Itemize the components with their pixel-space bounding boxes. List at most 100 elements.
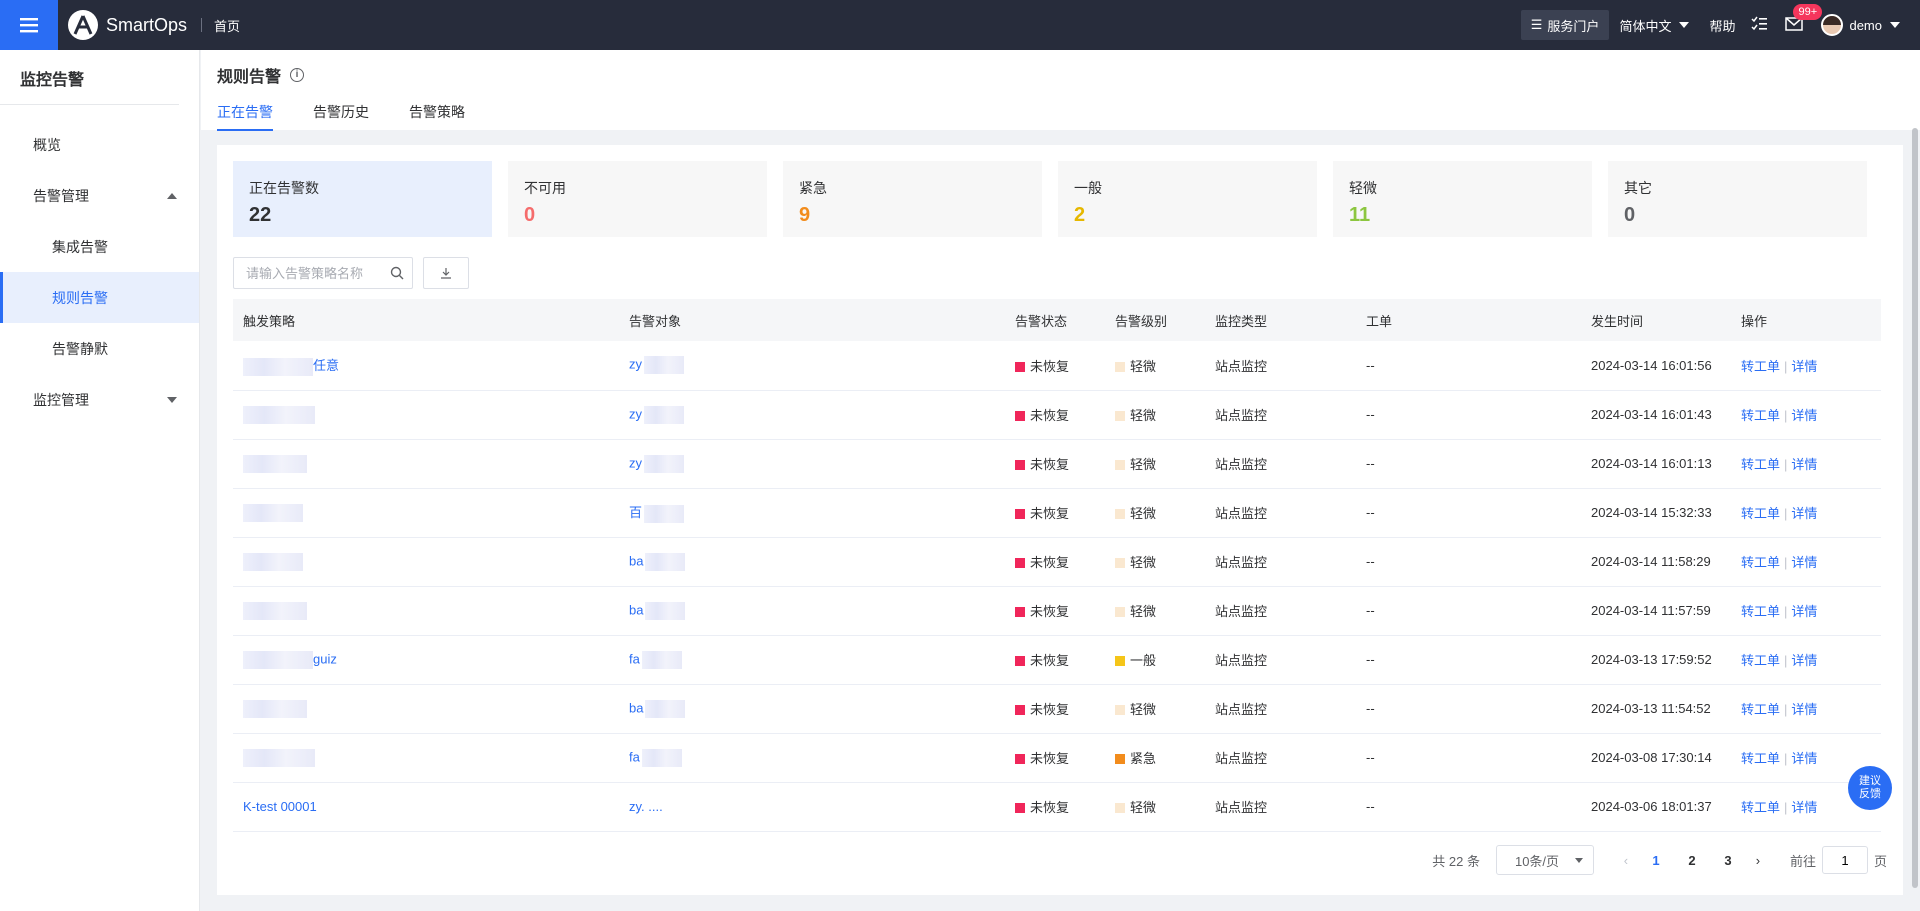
next-page-icon[interactable]: › [1746, 853, 1770, 868]
cell-ticket: -- [1366, 750, 1375, 765]
status-text: 未恢复 [1030, 653, 1070, 668]
task-list-icon[interactable] [1751, 16, 1768, 35]
feedback-button[interactable]: 建议 反馈 [1848, 766, 1892, 810]
level-text: 轻微 [1130, 358, 1157, 374]
sidebar-item-alarm-silence[interactable]: 告警静默 [0, 323, 199, 374]
detail-link[interactable]: 详情 [1791, 506, 1817, 521]
info-icon[interactable]: i [290, 68, 305, 82]
detail-link[interactable]: 详情 [1791, 359, 1817, 374]
detail-link[interactable]: 详情 [1791, 751, 1817, 766]
to-ticket-link[interactable]: 转工单 [1741, 800, 1780, 815]
to-ticket-link[interactable]: 转工单 [1741, 604, 1780, 619]
target-link[interactable]: ba [629, 700, 643, 715]
language-selector[interactable]: 简体中文 [1619, 16, 1690, 35]
prev-page-icon[interactable]: ‹ [1614, 853, 1638, 868]
target-link[interactable]: fa [629, 651, 640, 666]
sidebar-item-label: 告警静默 [52, 340, 108, 357]
status-dot [1015, 460, 1025, 470]
status-text: 未恢复 [1030, 800, 1070, 815]
cell-monitor-type: 站点监控 [1215, 457, 1268, 472]
page-size-select[interactable]: 10条/页 [1495, 845, 1594, 875]
stat-card[interactable]: 紧急 9 [783, 161, 1042, 237]
target-link[interactable]: zy. .... [629, 799, 663, 814]
app-logo[interactable]: SmartOps [68, 10, 187, 40]
download-button[interactable] [423, 257, 469, 289]
detail-link[interactable]: 详情 [1791, 555, 1817, 570]
target-link[interactable]: zy [629, 406, 642, 421]
cell-time: 2024-03-14 16:01:43 [1591, 407, 1712, 422]
status-dot [1015, 656, 1025, 666]
target-link[interactable]: fa [629, 749, 640, 764]
cell-policy [233, 684, 619, 733]
cell-target: ba [619, 684, 1005, 733]
stat-card[interactable]: 正在告警数 22 [233, 161, 492, 237]
status-text: 未恢复 [1030, 358, 1070, 374]
avatar [1821, 14, 1844, 36]
cell-target: zy. .... [619, 782, 1005, 831]
tab-alarm-history[interactable]: 告警历史 [313, 102, 369, 131]
breadcrumb-home[interactable]: 首页 [214, 16, 240, 35]
search-icon[interactable] [390, 266, 404, 280]
redacted-block [644, 454, 684, 473]
detail-link[interactable]: 详情 [1791, 604, 1817, 619]
detail-link[interactable]: 详情 [1791, 800, 1817, 815]
tab-alarm-policy[interactable]: 告警策略 [409, 102, 465, 131]
stat-card[interactable]: 一般 2 [1058, 161, 1317, 237]
to-ticket-link[interactable]: 转工单 [1741, 506, 1780, 521]
to-ticket-link[interactable]: 转工单 [1741, 702, 1780, 717]
col-header-status: 告警状态 [1015, 313, 1068, 329]
chevron-down-icon [1574, 857, 1583, 863]
search-input[interactable] [246, 265, 390, 281]
policy-link[interactable]: K-test 00001 [243, 799, 317, 814]
detail-link[interactable]: 详情 [1791, 653, 1817, 668]
stat-value: 11 [1349, 204, 1371, 226]
detail-link[interactable]: 详情 [1791, 408, 1817, 423]
target-link[interactable]: ba [629, 602, 643, 617]
policy-link[interactable]: 任意 [313, 358, 339, 373]
policy-link[interactable]: guiz [313, 651, 337, 666]
detail-link[interactable]: 详情 [1791, 457, 1817, 472]
divider [201, 18, 203, 32]
sidebar-item-rule-alarms[interactable]: 规则告警 [0, 272, 199, 323]
target-link[interactable]: 百 [629, 505, 642, 520]
stat-card[interactable]: 不可用 0 [508, 161, 767, 237]
to-ticket-link[interactable]: 转工单 [1741, 653, 1780, 668]
download-icon [441, 268, 451, 279]
stat-card[interactable]: 轻微 11 [1333, 161, 1592, 237]
target-link[interactable]: ba [629, 553, 643, 568]
stat-card[interactable]: 其它 0 [1608, 161, 1867, 237]
tab-active-alarms[interactable]: 正在告警 [217, 102, 273, 131]
sidebar-item-overview[interactable]: 概览 [0, 119, 199, 170]
mail-button[interactable]: 99+ [1785, 3, 1823, 34]
to-ticket-link[interactable]: 转工单 [1741, 555, 1780, 570]
table-row: ba 未恢复 轻微 站点监控 -- 2024-03-13 11:54:52 转工… [233, 684, 1881, 733]
sidebar-item-integrated-alarms[interactable]: 集成告警 [0, 221, 199, 272]
target-link[interactable]: zy [629, 357, 642, 372]
to-ticket-link[interactable]: 转工单 [1741, 359, 1780, 374]
list-icon: ☰ [1530, 17, 1543, 32]
to-ticket-link[interactable]: 转工单 [1741, 408, 1780, 423]
to-ticket-link[interactable]: 转工单 [1741, 457, 1780, 472]
table-header-row: 触发策略 告警对象 告警状态 告警级别 监控类型 工单 发生时间 操作 [233, 299, 1881, 341]
page-scrollbar[interactable] [1912, 128, 1918, 888]
help-link[interactable]: 帮助 [1709, 16, 1735, 35]
divider: | [1784, 604, 1788, 619]
to-ticket-link[interactable]: 转工单 [1741, 751, 1780, 766]
goto-page-input[interactable] [1821, 846, 1868, 874]
target-link[interactable]: zy [629, 455, 642, 470]
alarm-table: 触发策略 告警对象 告警状态 告警级别 监控类型 工单 发生时间 操作 任意 z… [233, 299, 1881, 832]
page-button-1[interactable]: 1 [1638, 853, 1674, 868]
sidebar-item-monitor-management[interactable]: 监控管理 [0, 374, 199, 425]
cell-monitor-type: 站点监控 [1215, 702, 1268, 717]
stat-value: 0 [524, 204, 536, 226]
table-row: zy 未恢复 轻微 站点监控 -- 2024-03-14 16:01:13 转工… [233, 439, 1881, 488]
menu-toggle-button[interactable] [0, 0, 58, 50]
detail-link[interactable]: 详情 [1791, 702, 1817, 717]
sidebar-item-alarm-management[interactable]: 告警管理 [0, 170, 199, 221]
page-button-2[interactable]: 2 [1674, 853, 1710, 868]
redacted-block [644, 405, 684, 424]
page-button-3[interactable]: 3 [1710, 853, 1746, 868]
user-menu[interactable]: demo [1821, 14, 1900, 36]
service-portal-button[interactable]: ☰ 服务门户 [1520, 10, 1610, 40]
status-dot [1015, 361, 1025, 372]
